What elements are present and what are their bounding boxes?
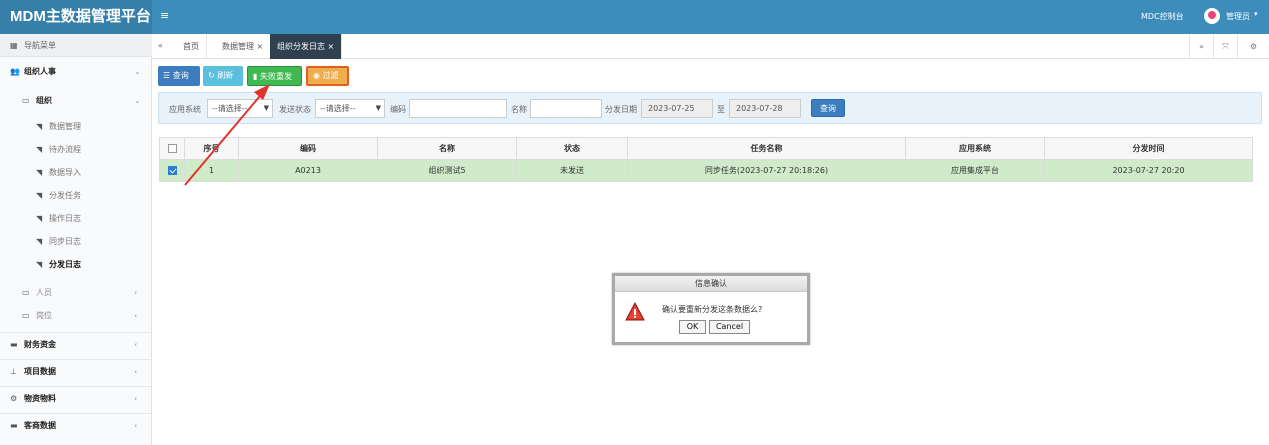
send-status-label: 发送状态: [279, 105, 311, 114]
code-input[interactable]: [409, 99, 507, 118]
fullscreen-icon[interactable]: ⤧: [1213, 34, 1237, 59]
send-status-select[interactable]: --请选择-- ▼: [315, 99, 385, 118]
table-cell: 2023-07-27 20:20: [1044, 159, 1253, 182]
folder-icon: ▭: [22, 288, 30, 297]
tab-org-dispatch-log[interactable]: 组织分发日志 ×: [270, 34, 343, 59]
date-from-input[interactable]: 2023-07-25: [641, 99, 713, 118]
cancel-button[interactable]: Cancel: [709, 320, 750, 334]
ok-button[interactable]: OK: [679, 320, 706, 334]
sidebar-folder-position[interactable]: ▭ 岗位 ‹: [0, 304, 152, 327]
column-header[interactable]: 分发时间: [1044, 137, 1253, 160]
date-separator: 至: [717, 105, 725, 114]
leaf-icon: ◥: [36, 145, 43, 154]
date-label: 分发日期: [605, 105, 637, 114]
app-brand[interactable]: MDM主数据管理平台: [0, 0, 152, 34]
sidebar-item-data-import[interactable]: ◥ 数据导入: [0, 161, 152, 184]
column-header[interactable]: 名称: [377, 137, 517, 160]
sidebar-group-org[interactable]: ▭ 组织 ⌄: [0, 89, 152, 112]
chevron-down-icon: ⌄: [134, 96, 141, 105]
folder-icon: ▭: [22, 311, 30, 320]
card-icon: ▬: [10, 340, 18, 349]
tab-scroll-left-icon[interactable]: «: [158, 41, 163, 50]
sidebar-module-materials[interactable]: ⚙ 物资物料 ‹: [0, 386, 152, 409]
sitemap-icon: ⊥: [10, 367, 17, 376]
row-checkbox[interactable]: [167, 166, 177, 175]
warning-icon: [625, 302, 645, 321]
data-table: 序号 编码 名称 状态 任务名称 应用系统 分发时间 1 A0213 组织测试5…: [159, 137, 1253, 182]
leaf-icon: ◥: [36, 214, 43, 223]
chevron-left-icon: ‹: [134, 421, 138, 430]
sidebar-group-org-personnel[interactable]: 👥 组织人事 ⌄: [0, 60, 152, 83]
leaf-icon: ◥: [36, 191, 43, 200]
users-icon: 👥: [10, 67, 20, 76]
dialog-message: 确认要重新分发这条数据么?: [662, 305, 763, 314]
leaf-icon: ◥: [36, 122, 43, 131]
gear-icon[interactable]: ⚙: [1237, 34, 1269, 59]
name-input[interactable]: [530, 99, 602, 118]
confirm-dialog: 信息确认 确认要重新分发这条数据么? OK Cancel: [612, 273, 810, 345]
leaf-icon: ◥: [36, 168, 43, 177]
menu-toggle-icon[interactable]: ≡: [160, 9, 169, 22]
column-header[interactable]: 应用系统: [905, 137, 1045, 160]
name-label: 名称: [511, 105, 527, 114]
table-cell: 组织测试5: [377, 159, 517, 182]
cubes-icon: ⚙: [10, 394, 18, 403]
table-cell: 应用集成平台: [905, 159, 1045, 182]
sidebar-item-dispatch-task[interactable]: ◥ 分发任务: [0, 184, 152, 207]
search-button[interactable]: 查询: [811, 99, 845, 117]
sidebar-item-data-management[interactable]: ◥ 数据管理: [0, 115, 152, 138]
sidebar-nav-title: ▦ 导航菜单: [0, 34, 152, 57]
sidebar-module-finance[interactable]: ▬ 财务资金 ‹: [0, 332, 152, 355]
chevron-left-icon: ‹: [134, 367, 138, 376]
user-name[interactable]: 管理员: [1226, 11, 1250, 22]
filter-button[interactable]: ◉ 过滤: [306, 66, 349, 86]
table-header-row: 序号 编码 名称 状态 任务名称 应用系统 分发时间: [159, 137, 1253, 160]
mdc-console-link[interactable]: MDC控制台: [1141, 11, 1184, 22]
chevron-down-icon: ▼: [375, 104, 381, 112]
sidebar-item-pending-process[interactable]: ◥ 待办流程: [0, 138, 152, 161]
date-to-input[interactable]: 2023-07-28: [729, 99, 801, 118]
dialog-title[interactable]: 信息确认: [615, 276, 807, 292]
sidebar-module-merchant[interactable]: ▬ 客商数据 ‹: [0, 413, 152, 436]
chevron-left-icon: ‹: [134, 394, 138, 403]
sidebar: ▦ 导航菜单 👥 组织人事 ⌄ ▭ 组织 ⌄ ◥ 数据管理 ◥ 待办流程 ◥ 数…: [0, 34, 152, 445]
sidebar-item-operation-log[interactable]: ◥ 操作日志: [0, 207, 152, 230]
chevron-down-icon: ⌄: [134, 67, 141, 76]
tab-home[interactable]: 首页: [176, 34, 207, 59]
annotation-arrow: [184, 84, 270, 186]
sidebar-module-project[interactable]: ⊥ 项目数据 ‹: [0, 359, 152, 382]
chevron-left-icon: ‹: [134, 340, 138, 349]
leaf-icon: ◥: [36, 260, 43, 269]
tab-scroll-right-icon[interactable]: »: [1189, 34, 1213, 59]
table-cell: 同步任务(2023-07-27 20:18:26): [627, 159, 906, 182]
select-all-checkbox[interactable]: [167, 144, 177, 153]
sidebar-item-dispatch-log[interactable]: ◥ 分发日志: [0, 253, 152, 276]
filter-panel: 应用系统 --请选择-- ▼ 发送状态 --请选择-- ▼ 编码 名称 分发日期 2…: [158, 92, 1262, 124]
sidebar-item-sync-log[interactable]: ◥ 同步日志: [0, 230, 152, 253]
top-header: MDM主数据管理平台 ≡ MDC控制台 管理员 ▾: [0, 0, 1269, 34]
column-header[interactable]: 状态: [516, 137, 628, 160]
sidebar-folder-personnel[interactable]: ▭ 人员 ‹: [0, 281, 152, 304]
briefcase-icon: ▬: [10, 421, 18, 430]
column-header[interactable]: 任务名称: [627, 137, 906, 160]
tab-bar: « 首页 数据管理 × 组织分发日志 × » ⤧ ⚙: [152, 34, 1269, 59]
code-label: 编码: [390, 105, 406, 114]
chevron-left-icon: ‹: [134, 311, 138, 320]
user-avatar-icon[interactable]: [1204, 8, 1220, 24]
leaf-icon: ◥: [36, 237, 43, 246]
table-cell: 未发送: [516, 159, 628, 182]
tab-data-management[interactable]: 数据管理 ×: [215, 34, 272, 59]
user-caret-icon[interactable]: ▾: [1254, 10, 1258, 18]
grid-icon: ▦: [10, 41, 18, 50]
chevron-left-icon: ‹: [134, 288, 138, 297]
folder-icon: ▭: [22, 96, 30, 105]
table-row[interactable]: 1 A0213 组织测试5 未发送 同步任务(2023-07-27 20:18:…: [159, 159, 1253, 182]
